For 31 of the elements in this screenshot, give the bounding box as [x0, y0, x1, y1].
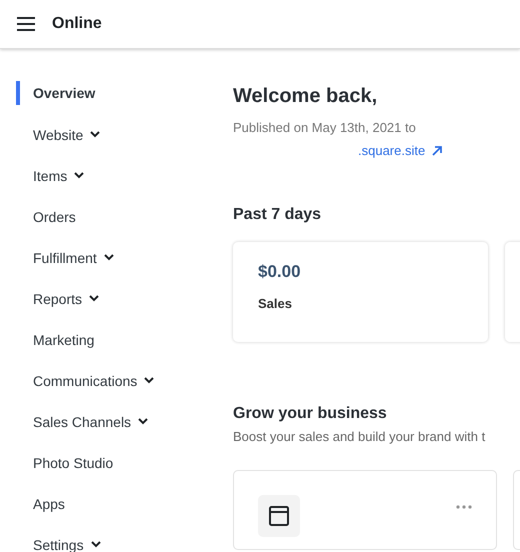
chevron-down-icon [74, 172, 84, 179]
sidebar-item[interactable]: Reports [16, 278, 100, 319]
welcome-heading: Welcome back, [233, 85, 378, 108]
sidebar-item[interactable]: Orders [16, 196, 76, 237]
external-link-icon [431, 144, 444, 156]
sidebar-item[interactable]: Overview [16, 81, 96, 105]
section-heading: Grow your business [233, 405, 388, 423]
published-text: Published on May 13th, 2021 to [233, 120, 417, 135]
sidebar-item[interactable]: Photo Studio [16, 442, 114, 483]
sidebar-item[interactable]: Fulfillment [16, 237, 114, 278]
sidebar-item[interactable]: Marketing [16, 319, 94, 360]
menu-icon[interactable] [17, 17, 35, 31]
chevron-down-icon [144, 377, 154, 384]
section-heading: Past 7 days [233, 206, 322, 224]
chevron-down-icon [90, 131, 100, 138]
sidebar-item[interactable]: Apps [16, 483, 65, 524]
chevron-down-icon [138, 418, 148, 425]
sidebar-item[interactable]: Communications [16, 360, 154, 401]
chevron-down-icon [90, 541, 101, 548]
window-icon [258, 495, 300, 537]
more-icon[interactable] [456, 505, 472, 509]
chevron-down-icon [104, 254, 114, 261]
site-link[interactable]: .square.site [358, 143, 444, 158]
page-title: Online [52, 15, 102, 33]
section-subtitle: Boost your sales and build your brand with t [233, 429, 486, 444]
sidebar-item[interactable]: Website [16, 114, 100, 155]
sidebar-item[interactable]: Items [16, 155, 84, 196]
stat-value: $0.00 [258, 262, 302, 282]
stat-label: Sales [258, 296, 293, 311]
chevron-down-icon [89, 295, 100, 302]
sidebar-item[interactable]: Sales Channels [16, 401, 148, 442]
